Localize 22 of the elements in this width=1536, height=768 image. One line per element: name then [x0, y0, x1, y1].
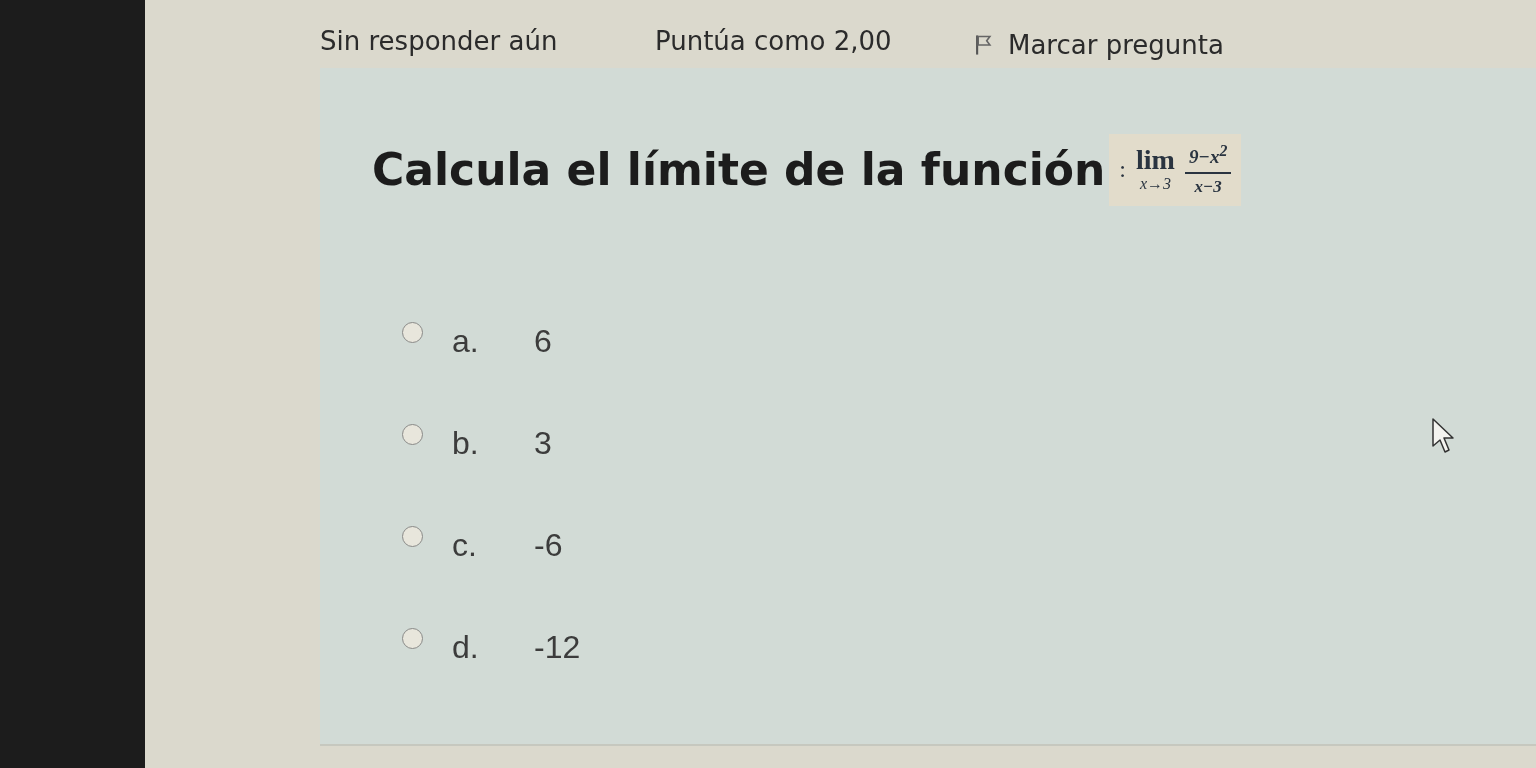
- question-state: Sin responder aún: [320, 26, 559, 56]
- mouse-pointer-icon: [1432, 418, 1456, 454]
- answer-text: -6: [534, 527, 563, 564]
- flag-question-link[interactable]: Marcar pregunta: [975, 30, 1224, 60]
- answer-text: -12: [534, 629, 581, 666]
- limit-subscript: x→3: [1139, 174, 1172, 194]
- radio-button[interactable]: [402, 322, 423, 343]
- answer-letter: b.: [452, 425, 480, 462]
- answer-text: 6: [534, 323, 552, 360]
- limit-operator: lim: [1136, 146, 1175, 175]
- question-text: Calcula el límite de la función: [372, 144, 1106, 196]
- radio-button[interactable]: [402, 424, 423, 445]
- question-grade: Puntúa como 2,00: [655, 26, 893, 56]
- answer-text: 3: [534, 425, 552, 462]
- radio-button[interactable]: [402, 628, 423, 649]
- formula-separator: :: [1119, 156, 1127, 184]
- answer-letter: c.: [452, 527, 478, 564]
- fraction-numerator: 9−x$^{2}$: [1184, 142, 1232, 175]
- answer-letter: a.: [452, 323, 480, 360]
- fraction-denominator: x−3: [1194, 176, 1222, 198]
- radio-button[interactable]: [402, 526, 423, 547]
- answer-letter: d.: [452, 629, 480, 666]
